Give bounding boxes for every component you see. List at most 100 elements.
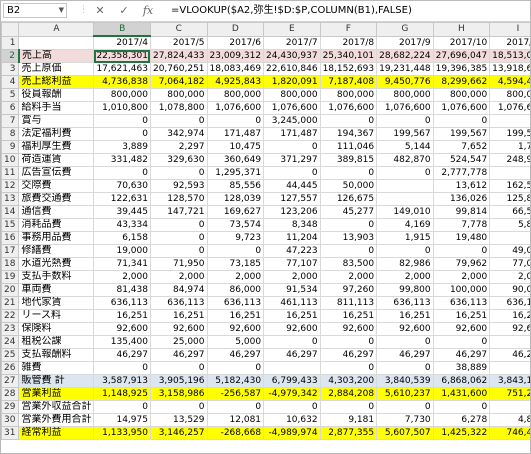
value-cell[interactable]: 99,800	[376, 283, 434, 297]
value-cell[interactable]: 0	[319, 114, 378, 128]
value-cell[interactable]: 7,730	[376, 413, 434, 427]
value-cell[interactable]: 92,600	[376, 322, 434, 336]
value-cell[interactable]: 4,303,200	[319, 374, 378, 388]
value-cell[interactable]: 171,487	[206, 127, 265, 141]
row-label-cell[interactable]: 旅費交通費	[18, 192, 95, 206]
value-cell[interactable]: 636,113	[432, 296, 491, 310]
value-cell[interactable]: 800,000	[149, 88, 208, 102]
value-cell[interactable]: 7,778	[432, 218, 491, 232]
row-label-cell[interactable]: 交際費	[18, 179, 95, 193]
value-cell[interactable]: 16,251	[263, 309, 321, 323]
value-cell[interactable]: 0	[206, 244, 265, 258]
value-cell[interactable]: 27,824,433	[149, 49, 208, 63]
value-cell[interactable]: 16,251	[93, 309, 151, 323]
row-number[interactable]: 1	[1, 35, 20, 50]
row-number[interactable]: 22	[1, 309, 20, 323]
value-cell[interactable]: 0	[263, 335, 321, 349]
value-cell[interactable]: 92,600	[93, 322, 151, 336]
value-cell[interactable]: 1,076,600	[489, 101, 530, 115]
value-cell[interactable]: 16,251	[319, 309, 378, 323]
value-cell[interactable]: 2,000	[376, 270, 434, 284]
value-cell[interactable]: 2,000	[149, 270, 208, 284]
value-cell[interactable]: 2,000	[489, 270, 530, 284]
column-header-i[interactable]: I	[489, 22, 530, 37]
row-label-cell[interactable]: 役員報酬	[18, 88, 95, 102]
value-cell[interactable]: 2017/9	[376, 35, 434, 50]
value-cell[interactable]: 3,245,000	[263, 114, 321, 128]
value-cell[interactable]: 800,000	[376, 88, 434, 102]
value-cell[interactable]: 19,480	[432, 231, 491, 245]
value-cell[interactable]: 6,868,062	[432, 374, 491, 388]
value-cell[interactable]: 2017/5	[149, 35, 208, 50]
value-cell[interactable]: 50,000	[319, 179, 378, 193]
value-cell[interactable]: 127,557	[263, 192, 321, 206]
value-cell[interactable]: 18,513,042	[489, 49, 530, 63]
value-cell[interactable]: 73,574	[206, 218, 265, 232]
value-cell[interactable]: 11,204	[263, 231, 321, 245]
value-cell[interactable]: 0	[319, 218, 378, 232]
value-cell[interactable]	[376, 192, 434, 206]
value-cell[interactable]: 20,760,251	[149, 62, 208, 76]
row-label-cell[interactable]: 地代家賃	[18, 296, 95, 310]
value-cell[interactable]: 10,475	[206, 140, 265, 154]
value-cell[interactable]: 2017/8	[319, 35, 378, 50]
value-cell[interactable]: 97,260	[319, 283, 378, 297]
value-cell[interactable]: 13,903	[319, 231, 378, 245]
value-cell[interactable]: 331,482	[93, 153, 151, 167]
value-cell[interactable]: 125,870	[489, 192, 530, 206]
value-cell[interactable]: 92,593	[149, 179, 208, 193]
value-cell[interactable]: 342,974	[149, 127, 208, 141]
value-cell[interactable]: 0	[93, 166, 151, 180]
value-cell[interactable]: 46,297	[263, 348, 321, 362]
value-cell[interactable]: 3,587,913	[93, 374, 151, 388]
value-cell[interactable]: 2,000	[206, 270, 265, 284]
row-number[interactable]: 25	[1, 348, 20, 362]
value-cell[interactable]: 79,962	[432, 257, 491, 271]
row-label-cell[interactable]: 修繕費	[18, 244, 95, 258]
column-header-g[interactable]: G	[376, 22, 434, 37]
row-number[interactable]: 8	[1, 127, 20, 141]
row-label-cell[interactable]: 売上高	[18, 49, 95, 63]
row-number[interactable]: 14	[1, 205, 20, 219]
value-cell[interactable]: 46,297	[149, 348, 208, 362]
value-cell[interactable]: 0	[206, 361, 265, 375]
value-cell[interactable]: 1,078,800	[149, 101, 208, 115]
value-cell[interactable]: 38,889	[432, 361, 491, 375]
value-cell[interactable]: 0	[149, 361, 208, 375]
row-label-cell[interactable]: 給料手当	[18, 101, 95, 115]
value-cell[interactable]: 18,083,469	[206, 62, 265, 76]
row-number[interactable]: 6	[1, 101, 20, 115]
value-cell[interactable]: 27,696,047	[432, 49, 491, 63]
value-cell[interactable]: 82,986	[376, 257, 434, 271]
value-cell[interactable]: 7,064,182	[149, 75, 208, 89]
row-number[interactable]: 2	[1, 49, 20, 63]
value-cell[interactable]: 16,251	[376, 309, 434, 323]
formula-input[interactable]: =VLOOKUP($A2,弥生!$D:$P,COLUMN(B1),FALSE)	[171, 3, 412, 18]
value-cell[interactable]: 5,182,430	[206, 374, 265, 388]
value-cell[interactable]: 0	[376, 400, 434, 414]
row-label-cell[interactable]: 広告宣伝費	[18, 166, 95, 180]
select-all-corner[interactable]	[1, 22, 20, 37]
value-cell[interactable]: 1,425,322	[432, 426, 491, 440]
value-cell[interactable]: 0	[93, 127, 151, 141]
value-cell[interactable]: 13,918,640	[489, 62, 530, 76]
value-cell[interactable]: 1,076,600	[319, 101, 378, 115]
value-cell[interactable]: 2017/4	[93, 35, 151, 50]
row-number[interactable]: 18	[1, 257, 20, 271]
row-label-cell[interactable]: リース料	[18, 309, 95, 323]
insert-function-icon[interactable]: fx	[141, 3, 155, 18]
value-cell[interactable]: 2,877,355	[319, 426, 378, 440]
value-cell[interactable]: 17,621,463	[93, 62, 151, 76]
row-number[interactable]: 11	[1, 166, 20, 180]
row-number[interactable]: 24	[1, 335, 20, 349]
value-cell[interactable]: 99,814	[432, 205, 491, 219]
column-header-h[interactable]: H	[432, 22, 491, 37]
value-cell[interactable]: 199,567	[432, 127, 491, 141]
value-cell[interactable]: 25,000	[149, 335, 208, 349]
row-label-cell[interactable]: 営業外費用合計	[18, 413, 95, 427]
row-number[interactable]: 15	[1, 218, 20, 232]
value-cell[interactable]: 77,107	[263, 257, 321, 271]
value-cell[interactable]: 84,974	[149, 283, 208, 297]
value-cell[interactable]: 0	[489, 400, 530, 414]
value-cell[interactable]: 800,000	[489, 88, 530, 102]
